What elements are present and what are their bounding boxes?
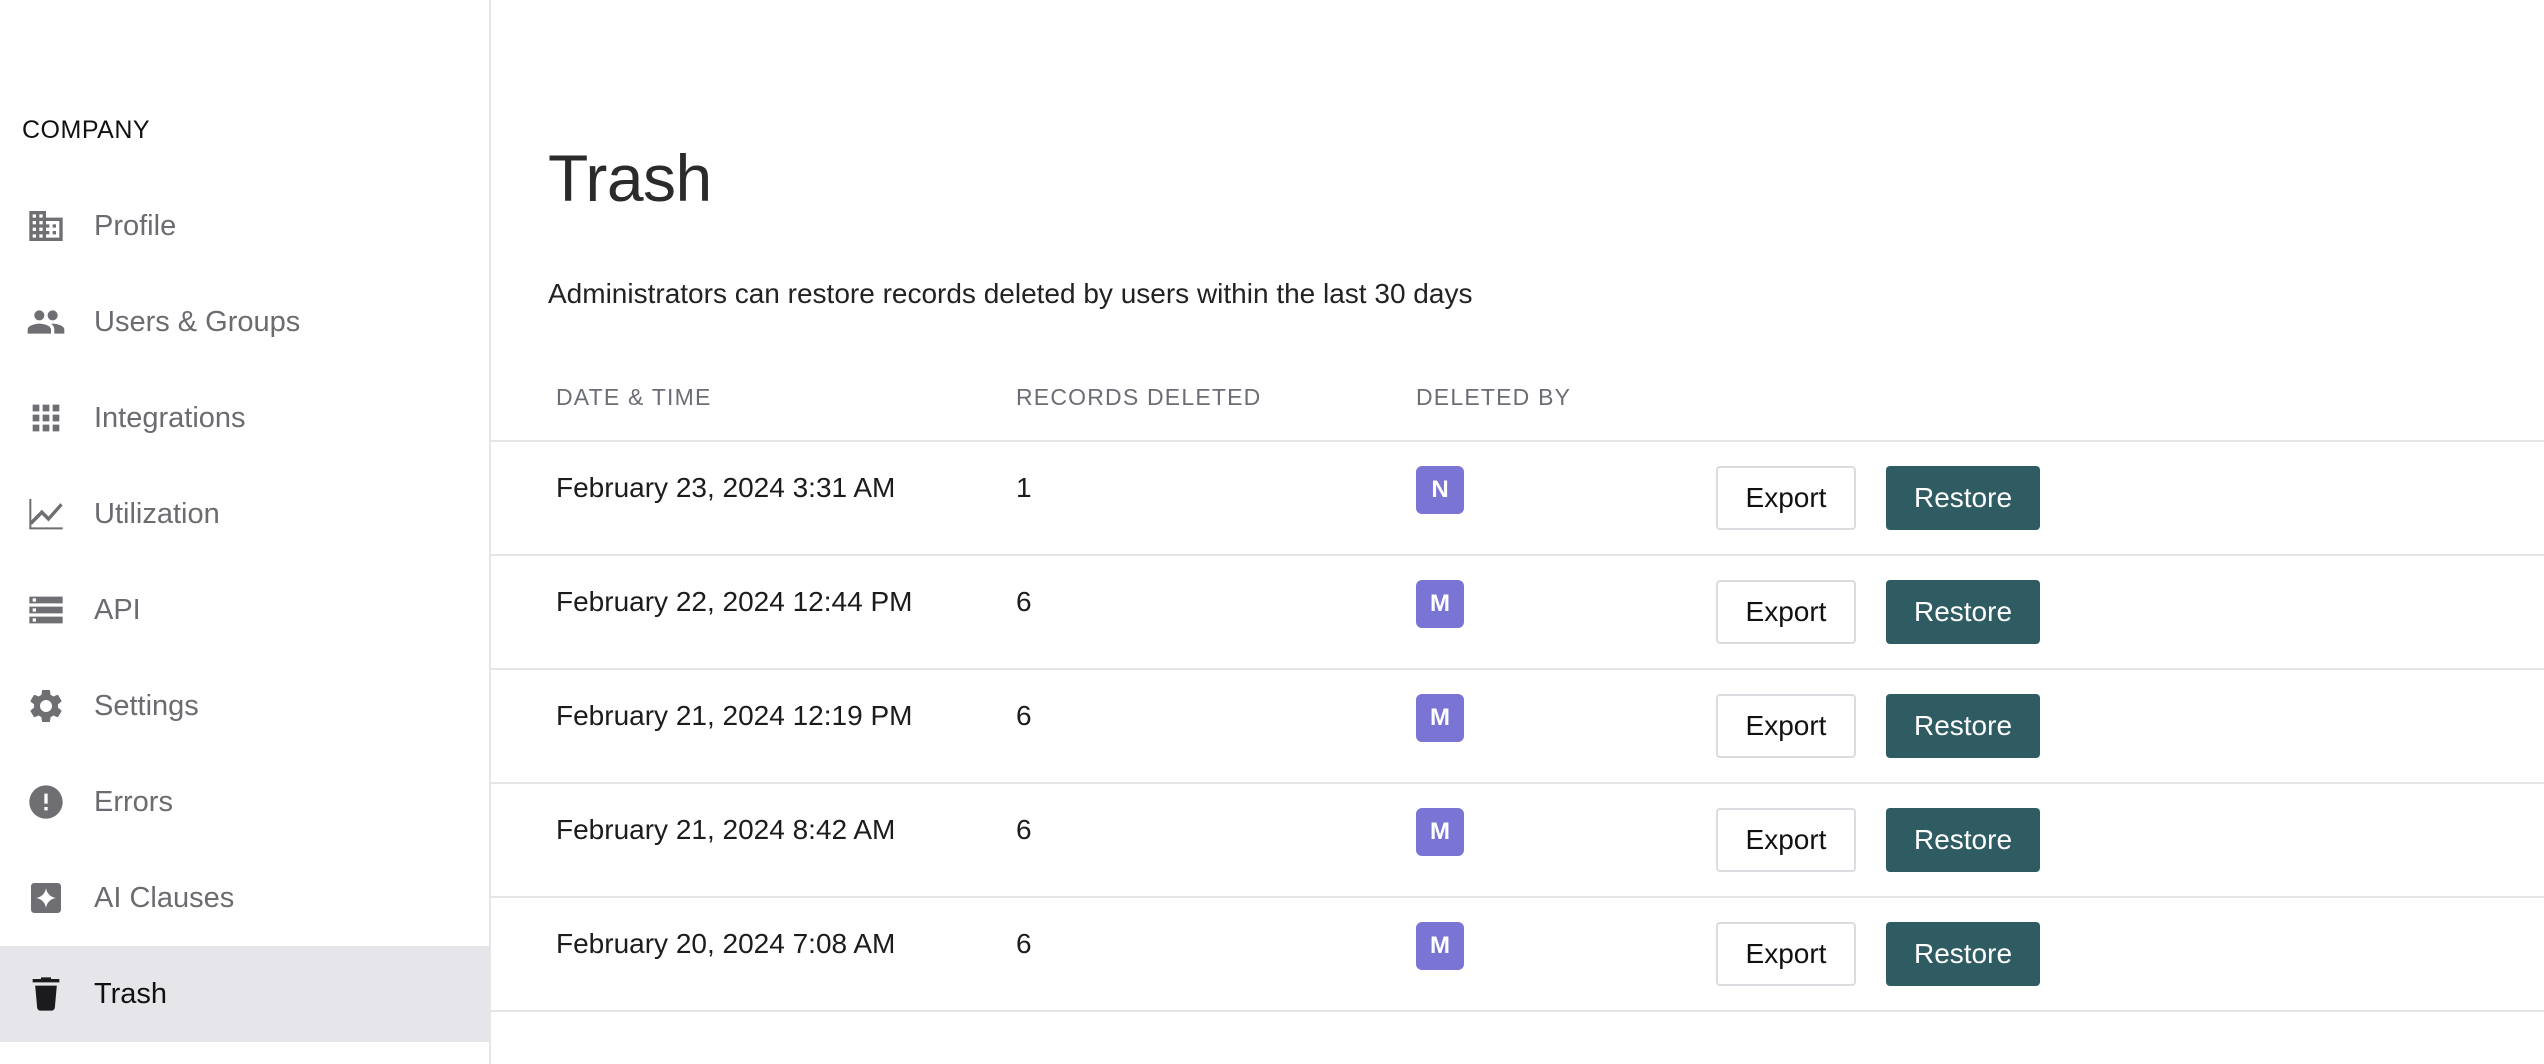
cell-records-deleted: 6 [1016, 814, 1032, 845]
table-row: February 22, 2024 12:44 PM 6 M Export Re… [491, 556, 2544, 670]
sidebar-item-profile[interactable]: Profile [0, 178, 489, 274]
table-row: February 21, 2024 8:42 AM 6 M Export Res… [491, 784, 2544, 898]
sidebar-item-trash[interactable]: Trash [0, 946, 489, 1042]
avatar: M [1416, 694, 1464, 742]
export-button[interactable]: Export [1716, 580, 1856, 644]
sidebar-item-ai-clauses[interactable]: AI Clauses [0, 850, 489, 946]
avatar: M [1416, 922, 1464, 970]
cell-records-deleted: 6 [1016, 586, 1032, 617]
avatar: N [1416, 466, 1464, 514]
cell-date-time: February 22, 2024 12:44 PM [556, 586, 913, 617]
line-chart-icon [24, 492, 68, 536]
table-header: DATE & TIME RECORDS DELETED DELETED BY [491, 362, 2544, 442]
sidebar-item-label: Trash [94, 977, 168, 1010]
sidebar-item-label: AI Clauses [94, 881, 235, 914]
trash-table: DATE & TIME RECORDS DELETED DELETED BY F… [491, 362, 2544, 1012]
restore-button[interactable]: Restore [1886, 466, 2040, 530]
sidebar-item-label: Errors [94, 785, 173, 818]
avatar: M [1416, 580, 1464, 628]
sidebar-item-label: Integrations [94, 401, 246, 434]
cell-records-deleted: 6 [1016, 700, 1032, 731]
cell-date-time: February 21, 2024 8:42 AM [556, 814, 896, 845]
sparkle-icon [24, 876, 68, 920]
cell-records-deleted: 6 [1016, 928, 1032, 959]
table-row: February 20, 2024 7:08 AM 6 M Export Res… [491, 898, 2544, 1012]
sidebar-item-users-groups[interactable]: Users & Groups [0, 274, 489, 370]
column-header-records-deleted: RECORDS DELETED [1016, 384, 1262, 410]
restore-button[interactable]: Restore [1886, 922, 2040, 986]
table-row: February 23, 2024 3:31 AM 1 N Export Res… [491, 442, 2544, 556]
sidebar-item-errors[interactable]: Errors [0, 754, 489, 850]
restore-button[interactable]: Restore [1886, 694, 2040, 758]
sidebar-item-label: API [94, 593, 141, 626]
export-button[interactable]: Export [1716, 808, 1856, 872]
cell-date-time: February 21, 2024 12:19 PM [556, 700, 913, 731]
sidebar-item-settings[interactable]: Settings [0, 658, 489, 754]
sidebar-item-label: Profile [94, 209, 177, 242]
page-subtitle: Administrators can restore records delet… [548, 278, 1473, 309]
sidebar-item-integrations[interactable]: Integrations [0, 370, 489, 466]
avatar: M [1416, 808, 1464, 856]
server-list-icon [24, 588, 68, 632]
page-title: Trash [548, 141, 712, 215]
main-content: Trash Administrators can restore records… [491, 0, 2544, 1064]
export-button[interactable]: Export [1716, 694, 1856, 758]
sidebar-section-label: COMPANY [22, 116, 151, 144]
grid-icon [24, 396, 68, 440]
building-icon [24, 204, 68, 248]
sidebar-item-label: Users & Groups [94, 305, 301, 338]
export-button[interactable]: Export [1716, 466, 1856, 530]
gear-icon [24, 684, 68, 728]
restore-button[interactable]: Restore [1886, 808, 2040, 872]
sidebar: COMPANY Profile Users & Groups Integrati… [0, 0, 491, 1064]
restore-button[interactable]: Restore [1886, 580, 2040, 644]
sidebar-item-api[interactable]: API [0, 562, 489, 658]
column-header-date-time: DATE & TIME [556, 384, 712, 410]
column-header-deleted-by: DELETED BY [1416, 384, 1572, 410]
export-button[interactable]: Export [1716, 922, 1856, 986]
sidebar-nav-list: Profile Users & Groups Integrations Util… [0, 178, 489, 1042]
sidebar-item-utilization[interactable]: Utilization [0, 466, 489, 562]
trash-icon [24, 972, 68, 1016]
app-window: COMPANY Profile Users & Groups Integrati… [0, 0, 2544, 1064]
alert-circle-icon [24, 780, 68, 824]
cell-date-time: February 20, 2024 7:08 AM [556, 928, 896, 959]
cell-date-time: February 23, 2024 3:31 AM [556, 472, 896, 503]
sidebar-item-label: Utilization [94, 497, 220, 530]
table-row: February 21, 2024 12:19 PM 6 M Export Re… [491, 670, 2544, 784]
cell-records-deleted: 1 [1016, 472, 1032, 503]
users-icon [24, 300, 68, 344]
sidebar-item-label: Settings [94, 689, 199, 722]
